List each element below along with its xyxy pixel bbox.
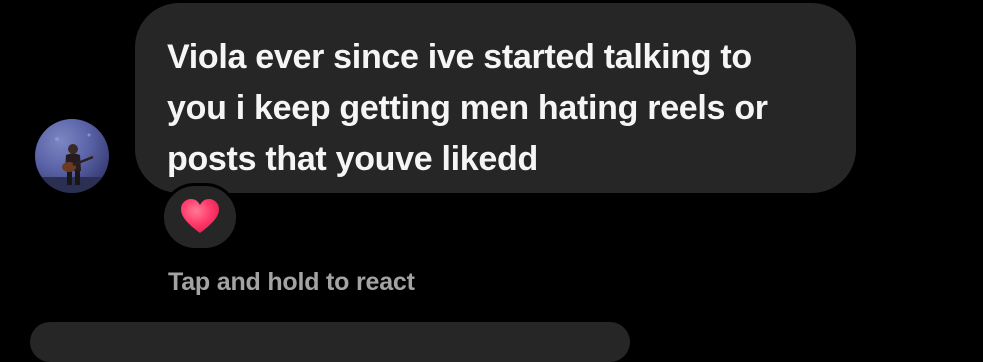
message-text: Viola ever since ive started talking to …	[167, 38, 768, 178]
sender-avatar[interactable]	[35, 119, 109, 193]
message-bubble[interactable]: Viola ever since ive started talking to …	[135, 3, 856, 193]
profile-photo-guitarist-icon	[35, 133, 109, 193]
heart-icon	[181, 199, 219, 233]
reaction-badge[interactable]	[161, 183, 239, 251]
next-message-bubble[interactable]	[30, 322, 630, 362]
tap-hold-hint: Tap and hold to react	[168, 268, 415, 296]
